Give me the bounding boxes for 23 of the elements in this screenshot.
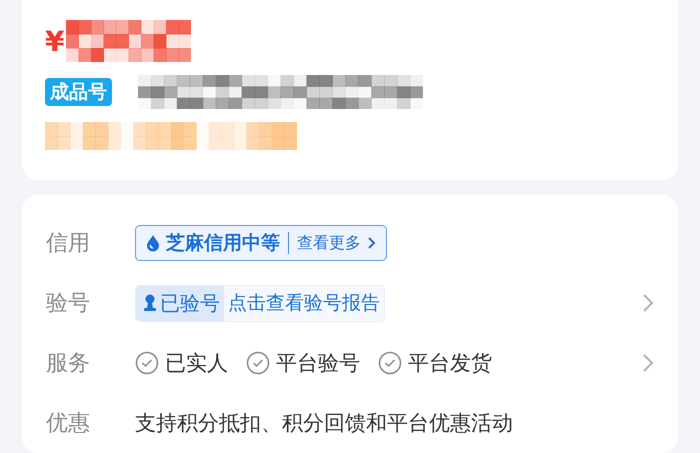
verified-text: 已验号 — [160, 290, 220, 316]
currency-symbol: ¥ — [45, 24, 64, 58]
row-label: 优惠 — [46, 410, 91, 438]
row-label: 信用 — [46, 230, 91, 258]
service-label: 平台验号 — [276, 350, 360, 377]
row-label: 服务 — [46, 350, 91, 378]
product-type-badge: 成品号 — [45, 78, 112, 106]
drop-icon — [146, 234, 160, 252]
stamp-icon — [142, 293, 158, 313]
view-report-link[interactable]: 点击查看验号报告 — [224, 286, 384, 320]
chevron-right-icon — [642, 353, 654, 373]
credit-rating-tag[interactable]: 芝麻信用中等 查看更多 — [135, 225, 387, 261]
row-label: 验号 — [46, 290, 91, 318]
chevron-right-icon — [642, 293, 654, 313]
check-circle-icon — [378, 351, 402, 375]
service-label: 已实人 — [165, 350, 228, 377]
service-label: 平台发货 — [408, 350, 492, 377]
view-more-text: 查看更多 — [297, 232, 361, 254]
credit-rating-text: 芝麻信用中等 — [166, 231, 280, 256]
promotion-text: 支持积分抵扣、积分回馈和平台优惠活动 — [135, 410, 513, 437]
chevron-right-icon — [367, 236, 376, 250]
check-circle-icon — [135, 351, 159, 375]
check-circle-icon — [246, 351, 270, 375]
